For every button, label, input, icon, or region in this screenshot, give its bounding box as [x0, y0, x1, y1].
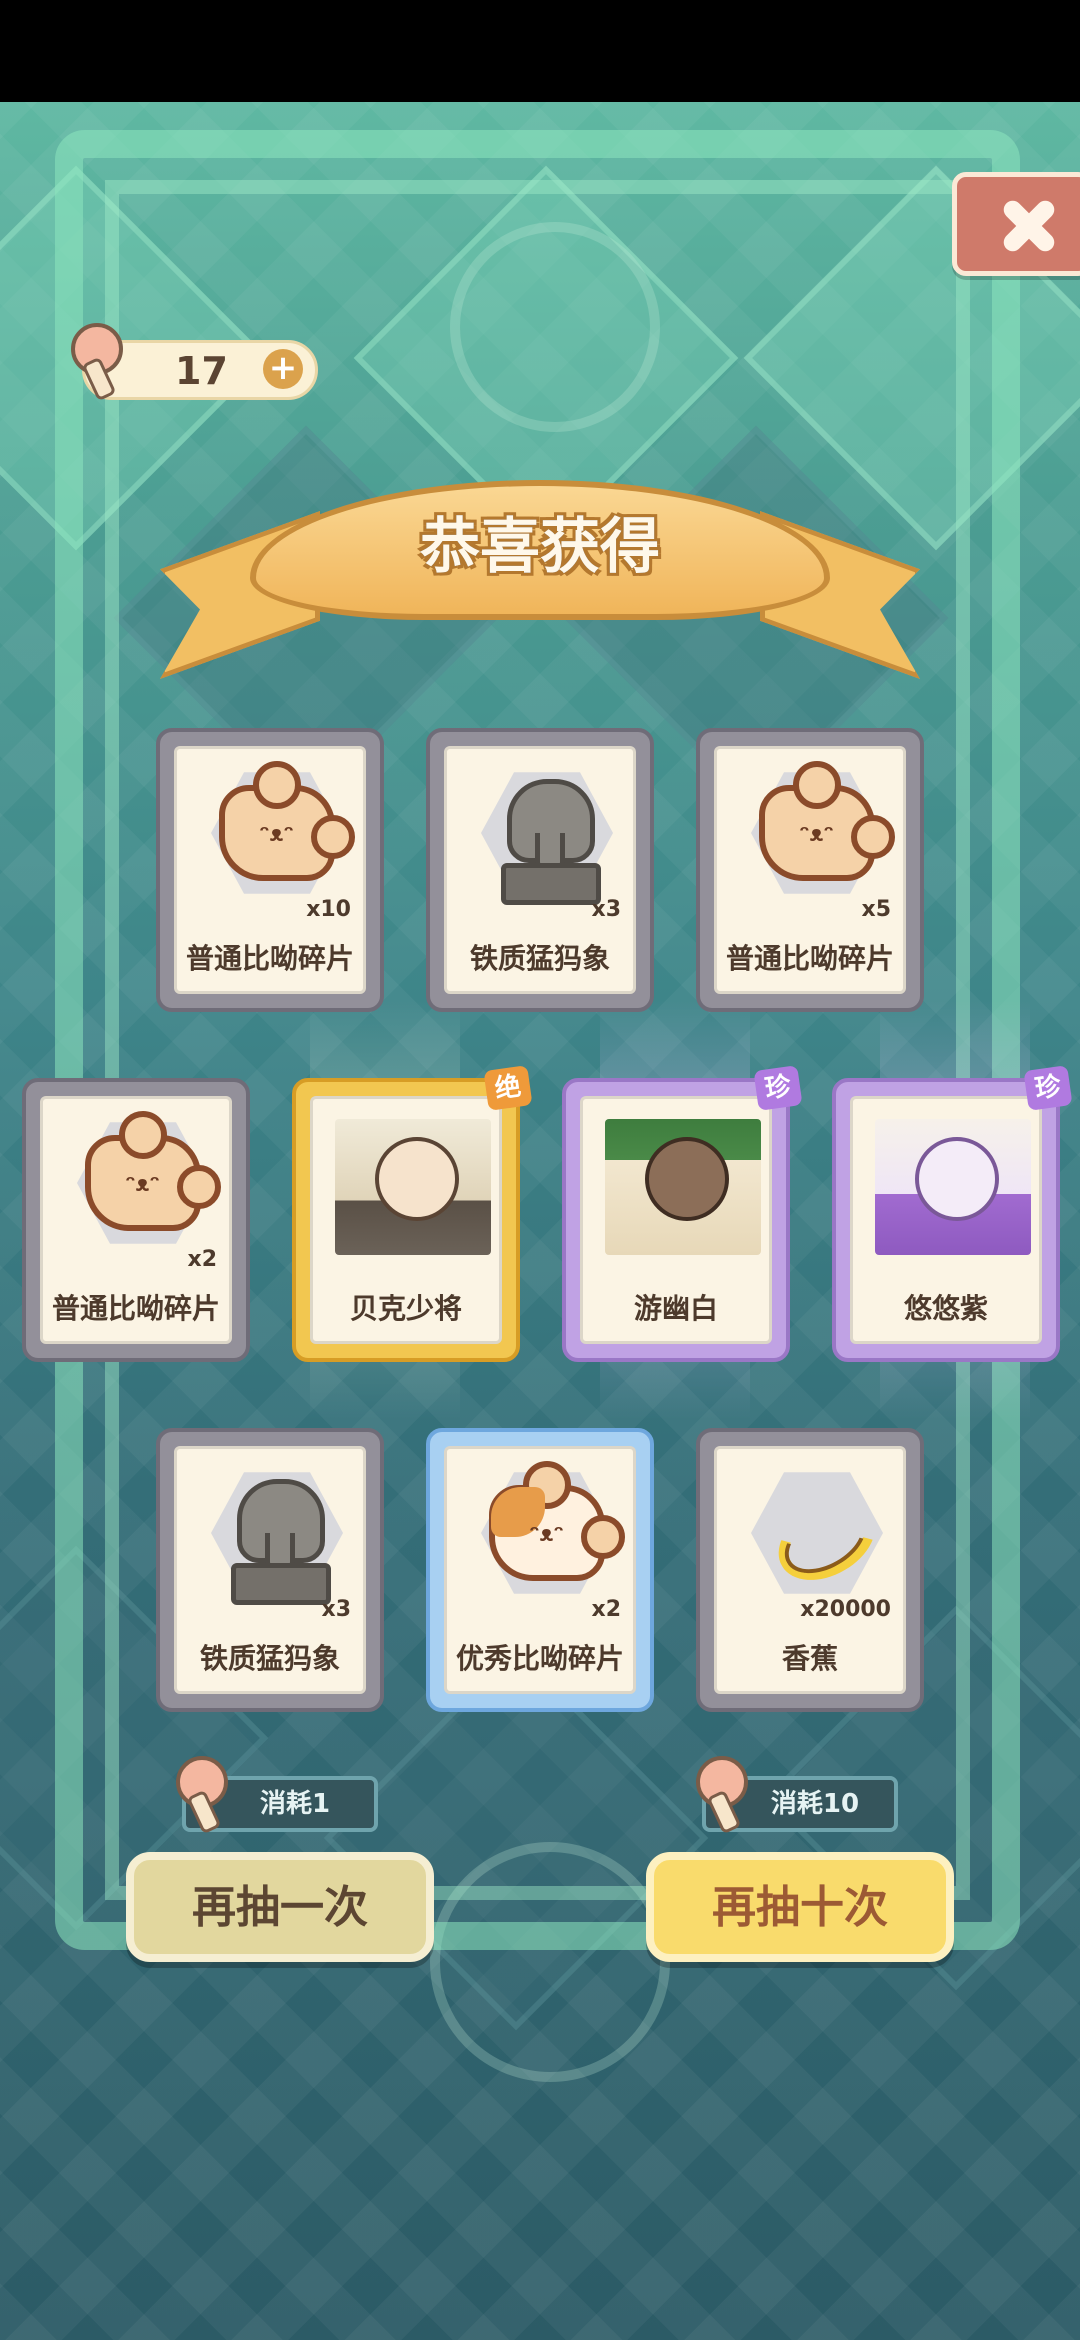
character-face [375, 1137, 459, 1221]
reward-name: 铁质猛犸象 [199, 1642, 340, 1675]
reward-quantity: x3 [591, 897, 622, 922]
mammoth-base [501, 863, 601, 905]
reward-card[interactable]: 悠悠紫 珍 [832, 1065, 1073, 1362]
draw-ten-cost-label: 消耗10 [770, 1789, 860, 1819]
puzzle-face: ᵔᴥᵔ [529, 1522, 564, 1547]
reward-name: 悠悠紫 [903, 1292, 988, 1325]
reward-card[interactable]: ᵔᴥᵔ x2 优秀比呦碎片 [426, 1428, 654, 1712]
reward-card[interactable]: x3 铁质猛犸象 [156, 1428, 384, 1712]
common-puzzle-piece-icon: ᵔᴥᵔ [219, 761, 355, 881]
reward-card-inner: 悠悠紫 [850, 1096, 1042, 1344]
paw-icon [71, 323, 123, 375]
congrats-title: 恭喜获得 [420, 512, 660, 582]
character-portrait [335, 1119, 491, 1255]
reward-card[interactable]: x3 铁质猛犸象 [426, 728, 654, 1012]
reward-card-inner: ᵔᴥᵔ x2 普通比呦碎片 [40, 1096, 232, 1344]
reward-card-inner: 贝克少将 [310, 1096, 502, 1344]
reward-card[interactable]: 贝克少将 绝 [292, 1065, 533, 1362]
puzzle-face: ᵔᴥᵔ [799, 822, 834, 847]
reward-name: 铁质猛犸象 [469, 942, 610, 975]
reward-card-inner: 游幽白 [580, 1096, 772, 1344]
reward-card[interactable]: ᵔᴥᵔ x5 普通比呦碎片 [696, 728, 924, 1012]
reward-name: 优秀比呦碎片 [455, 1642, 624, 1675]
reward-name: 普通比呦碎片 [725, 942, 894, 975]
draw-ten-cost: 消耗10 [696, 1756, 898, 1832]
reward-card[interactable]: 游幽白 珍 [562, 1065, 803, 1362]
mammoth-base [231, 1563, 331, 1605]
reward-quantity: x2 [187, 1247, 218, 1272]
paw-icon [696, 1756, 748, 1808]
reward-card-inner: x20000 香蕉 [714, 1446, 906, 1694]
close-button[interactable] [952, 172, 1080, 276]
reward-card-inner: x3 铁质猛犸象 [174, 1446, 366, 1694]
reward-name: 香蕉 [781, 1642, 838, 1675]
reward-name: 普通比呦碎片 [185, 942, 354, 975]
reward-quantity: x5 [861, 897, 892, 922]
reward-quantity: x20000 [800, 1597, 891, 1622]
draw-once-cost-label: 消耗1 [259, 1789, 331, 1819]
reward-quantity: x3 [321, 1597, 352, 1622]
draw-once-cost: 消耗1 [176, 1756, 378, 1832]
reward-card-inner: ᵔᴥᵔ x10 普通比呦碎片 [174, 746, 366, 994]
reward-card-inner: x3 铁质猛犸象 [444, 746, 636, 994]
reward-name: 贝克少将 [349, 1292, 462, 1325]
draw-once-button[interactable]: 再抽一次 [126, 1852, 434, 1962]
character-portrait [875, 1119, 1031, 1255]
congrats-ribbon: 恭喜获得 [160, 460, 920, 670]
iron-mammoth-icon [231, 1479, 331, 1605]
rarity-badge: 绝 [483, 1065, 533, 1111]
reward-card[interactable]: ᵔᴥᵔ x2 普通比呦碎片 [22, 1078, 250, 1362]
add-currency-button[interactable]: + [263, 349, 303, 389]
reward-card[interactable]: ᵔᴥᵔ x10 普通比呦碎片 [156, 728, 384, 1012]
status-bar [0, 0, 1080, 102]
character-face [915, 1137, 999, 1221]
reward-quantity: x2 [591, 1597, 622, 1622]
reward-card-inner: ᵔᴥᵔ x5 普通比呦碎片 [714, 746, 906, 994]
rarity-badge: 珍 [753, 1065, 803, 1111]
puzzle-face: ᵔᴥᵔ [125, 1172, 160, 1197]
reward-name: 游幽白 [633, 1292, 718, 1325]
currency-count: 17 [175, 349, 228, 393]
paw-icon [176, 1756, 228, 1808]
reward-card-inner: ᵔᴥᵔ x2 优秀比呦碎片 [444, 1446, 636, 1694]
paw-currency-counter: 17 + [71, 323, 318, 400]
reward-quantity: x10 [306, 897, 351, 922]
common-puzzle-piece-icon: ᵔᴥᵔ [759, 761, 895, 881]
draw-ten-button[interactable]: 再抽十次 [646, 1852, 954, 1962]
reward-name: 普通比呦碎片 [51, 1292, 220, 1325]
excellent-puzzle-piece-icon: ᵔᴥᵔ [489, 1461, 625, 1581]
character-face [645, 1137, 729, 1221]
puzzle-face: ᵔᴥᵔ [259, 822, 294, 847]
reward-card[interactable]: x20000 香蕉 [696, 1428, 924, 1712]
iron-mammoth-icon [501, 779, 601, 905]
rarity-badge: 珍 [1023, 1065, 1073, 1111]
common-puzzle-piece-icon: ᵔᴥᵔ [85, 1111, 221, 1231]
character-portrait [605, 1119, 761, 1255]
